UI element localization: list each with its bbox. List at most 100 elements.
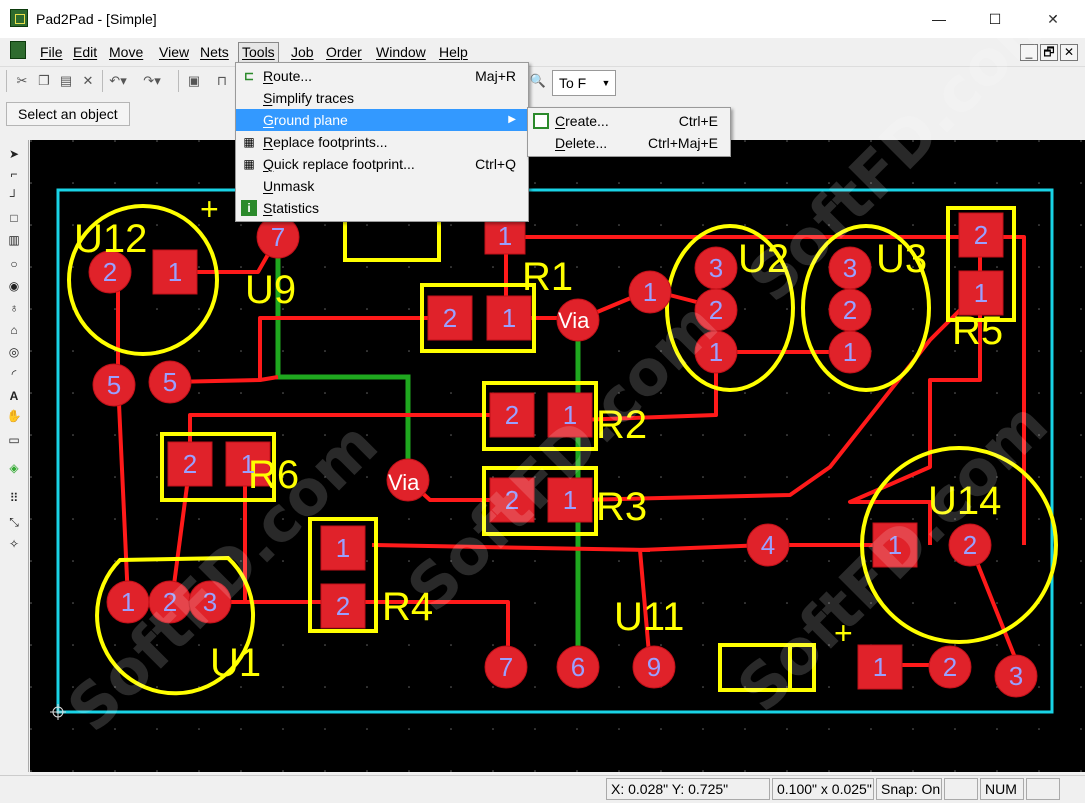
svg-text:3: 3 bbox=[843, 253, 857, 283]
svg-text:2: 2 bbox=[336, 591, 350, 621]
delete-icon[interactable]: ✕ bbox=[80, 72, 96, 90]
chip-icon: ▦ bbox=[243, 157, 255, 171]
selection-status: Select an object bbox=[6, 102, 130, 126]
svg-text:1: 1 bbox=[873, 652, 887, 682]
label-u12: U12 bbox=[74, 217, 147, 261]
mdi-minimize-button[interactable]: _ bbox=[1020, 44, 1038, 61]
document-icon[interactable] bbox=[10, 41, 26, 59]
menu-item-delete-ground-plane[interactable]: Delete... Ctrl+Maj+E bbox=[528, 132, 730, 154]
menu-item-simplify-traces[interactable]: Simplify traces bbox=[236, 87, 528, 109]
grid-size[interactable]: 0.100" x 0.025" bbox=[772, 778, 874, 800]
status-blank bbox=[944, 778, 978, 800]
ruler-tool-icon[interactable]: ▭ bbox=[6, 432, 22, 448]
ground-plane-submenu: Create... Ctrl+E Delete... Ctrl+Maj+E bbox=[527, 107, 731, 157]
svg-text:3: 3 bbox=[1009, 661, 1023, 691]
menu-edit[interactable]: Edit bbox=[70, 43, 100, 63]
svg-text:1: 1 bbox=[241, 449, 255, 479]
pad-tool-icon[interactable]: ◉ bbox=[6, 278, 22, 294]
label-u14: U14 bbox=[928, 479, 1001, 523]
svg-text:2: 2 bbox=[943, 652, 957, 682]
chip-icon: ▦ bbox=[243, 135, 255, 149]
circle-tool-icon[interactable]: ◎ bbox=[6, 344, 22, 360]
svg-text:7: 7 bbox=[499, 652, 513, 682]
cursor-coordinates: X: 0.028" Y: 0.725" bbox=[606, 778, 770, 800]
menu-tools[interactable]: Tools bbox=[238, 42, 279, 64]
via-tool-icon[interactable]: ♁ bbox=[6, 300, 22, 316]
menu-nets[interactable]: Nets bbox=[197, 43, 232, 63]
chevron-down-icon[interactable]: ▼ bbox=[598, 72, 614, 94]
svg-text:1: 1 bbox=[168, 257, 182, 287]
redo-icon[interactable]: ↷▾ bbox=[143, 72, 160, 90]
text-tool-icon[interactable]: A bbox=[6, 388, 22, 404]
svg-text:2: 2 bbox=[163, 587, 177, 617]
menu-item-ground-plane[interactable]: Ground plane ▶ bbox=[236, 109, 528, 131]
menu-item-statistics[interactable]: i Statistics bbox=[236, 197, 528, 219]
menu-order[interactable]: Order bbox=[323, 43, 365, 63]
menu-move[interactable]: Move bbox=[106, 43, 146, 63]
arc-tool-icon[interactable]: ◜ bbox=[6, 366, 22, 382]
info-icon: i bbox=[241, 200, 257, 216]
zoom-area-icon[interactable]: ⤡ bbox=[6, 514, 22, 530]
label-r4: R4 bbox=[382, 585, 433, 629]
route-tool-icon[interactable]: ┘ bbox=[6, 188, 22, 204]
menu-item-quick-replace-footprint[interactable]: ▦ Quick replace footprint... Ctrl+Q bbox=[236, 153, 528, 175]
menu-item-unmask[interactable]: Unmask bbox=[236, 175, 528, 197]
rectangle-tool-icon[interactable]: □ bbox=[6, 210, 22, 226]
zoom-icon[interactable]: 🔍 bbox=[530, 72, 546, 90]
pan-hand-icon[interactable]: ✋ bbox=[6, 408, 22, 424]
polygon-tool-icon[interactable]: ⌂ bbox=[6, 322, 22, 338]
pcb-canvas[interactable]: U12 U9 R1 U2 U3 R5 R2 R6 R3 U14 R4 U11 U… bbox=[30, 140, 1085, 772]
svg-text:9: 9 bbox=[647, 652, 661, 682]
label-r6: R6 bbox=[248, 453, 299, 497]
svg-text:1: 1 bbox=[498, 221, 512, 251]
menu-file[interactable]: File bbox=[37, 43, 66, 63]
label-u1: U1 bbox=[210, 641, 261, 685]
copy-icon[interactable]: ❐ bbox=[36, 72, 52, 90]
svg-text:4: 4 bbox=[761, 530, 775, 560]
svg-text:2: 2 bbox=[103, 257, 117, 287]
svg-text:2: 2 bbox=[974, 220, 988, 250]
svg-text:3: 3 bbox=[709, 253, 723, 283]
app-icon[interactable] bbox=[10, 9, 28, 27]
svg-text:5: 5 bbox=[163, 367, 177, 397]
menu-view[interactable]: View bbox=[156, 43, 192, 63]
svg-text:1: 1 bbox=[888, 530, 902, 560]
label-r2: R2 bbox=[596, 403, 647, 447]
properties-icon[interactable]: ▣ bbox=[186, 72, 202, 90]
svg-text:2: 2 bbox=[505, 485, 519, 515]
ellipse-tool-icon[interactable]: ○ bbox=[6, 256, 22, 272]
svg-text:1: 1 bbox=[974, 278, 988, 308]
minimize-button[interactable]: — bbox=[916, 0, 962, 38]
menu-job[interactable]: Job bbox=[288, 43, 317, 63]
svg-text:7: 7 bbox=[271, 222, 285, 252]
component-tool-icon[interactable]: ▥ bbox=[6, 232, 22, 248]
menu-window[interactable]: Window bbox=[373, 43, 429, 63]
close-button[interactable]: ✕ bbox=[1030, 0, 1076, 38]
menu-help[interactable]: Help bbox=[436, 43, 471, 63]
svg-text:1: 1 bbox=[563, 400, 577, 430]
menu-item-route[interactable]: ⊏ Route... Maj+R bbox=[236, 65, 528, 87]
pointer-tool-icon[interactable]: ➤ bbox=[6, 146, 22, 162]
svg-text:2: 2 bbox=[963, 530, 977, 560]
cut-icon[interactable]: ✂ bbox=[14, 72, 30, 90]
layers-icon[interactable]: ◈ bbox=[6, 460, 22, 476]
svg-text:1: 1 bbox=[709, 337, 723, 367]
ground-plane-icon bbox=[533, 113, 549, 129]
measure-icon[interactable]: ⊓ bbox=[214, 72, 230, 90]
grid-tool-icon[interactable]: ⠿ bbox=[6, 490, 22, 506]
maximize-button[interactable]: ☐ bbox=[972, 0, 1018, 38]
label-u9: U9 bbox=[245, 268, 296, 312]
trace-tool-icon[interactable]: ⌐ bbox=[6, 166, 22, 182]
paste-icon[interactable]: ▤ bbox=[58, 72, 74, 90]
menu-item-replace-footprints[interactable]: ▦ Replace footprints... bbox=[236, 131, 528, 153]
mdi-restore-button[interactable]: 🗗 bbox=[1040, 44, 1058, 61]
label-r3: R3 bbox=[596, 485, 647, 529]
undo-icon[interactable]: ↶▾ bbox=[109, 72, 126, 90]
svg-text:1: 1 bbox=[336, 533, 350, 563]
menu-item-create-ground-plane[interactable]: Create... Ctrl+E bbox=[528, 110, 730, 132]
mdi-close-button[interactable]: ✕ bbox=[1060, 44, 1078, 61]
snap-status[interactable]: Snap: On bbox=[876, 778, 942, 800]
svg-text:2: 2 bbox=[183, 449, 197, 479]
origin-tool-icon[interactable]: ✧ bbox=[6, 536, 22, 552]
svg-text:2: 2 bbox=[709, 295, 723, 325]
